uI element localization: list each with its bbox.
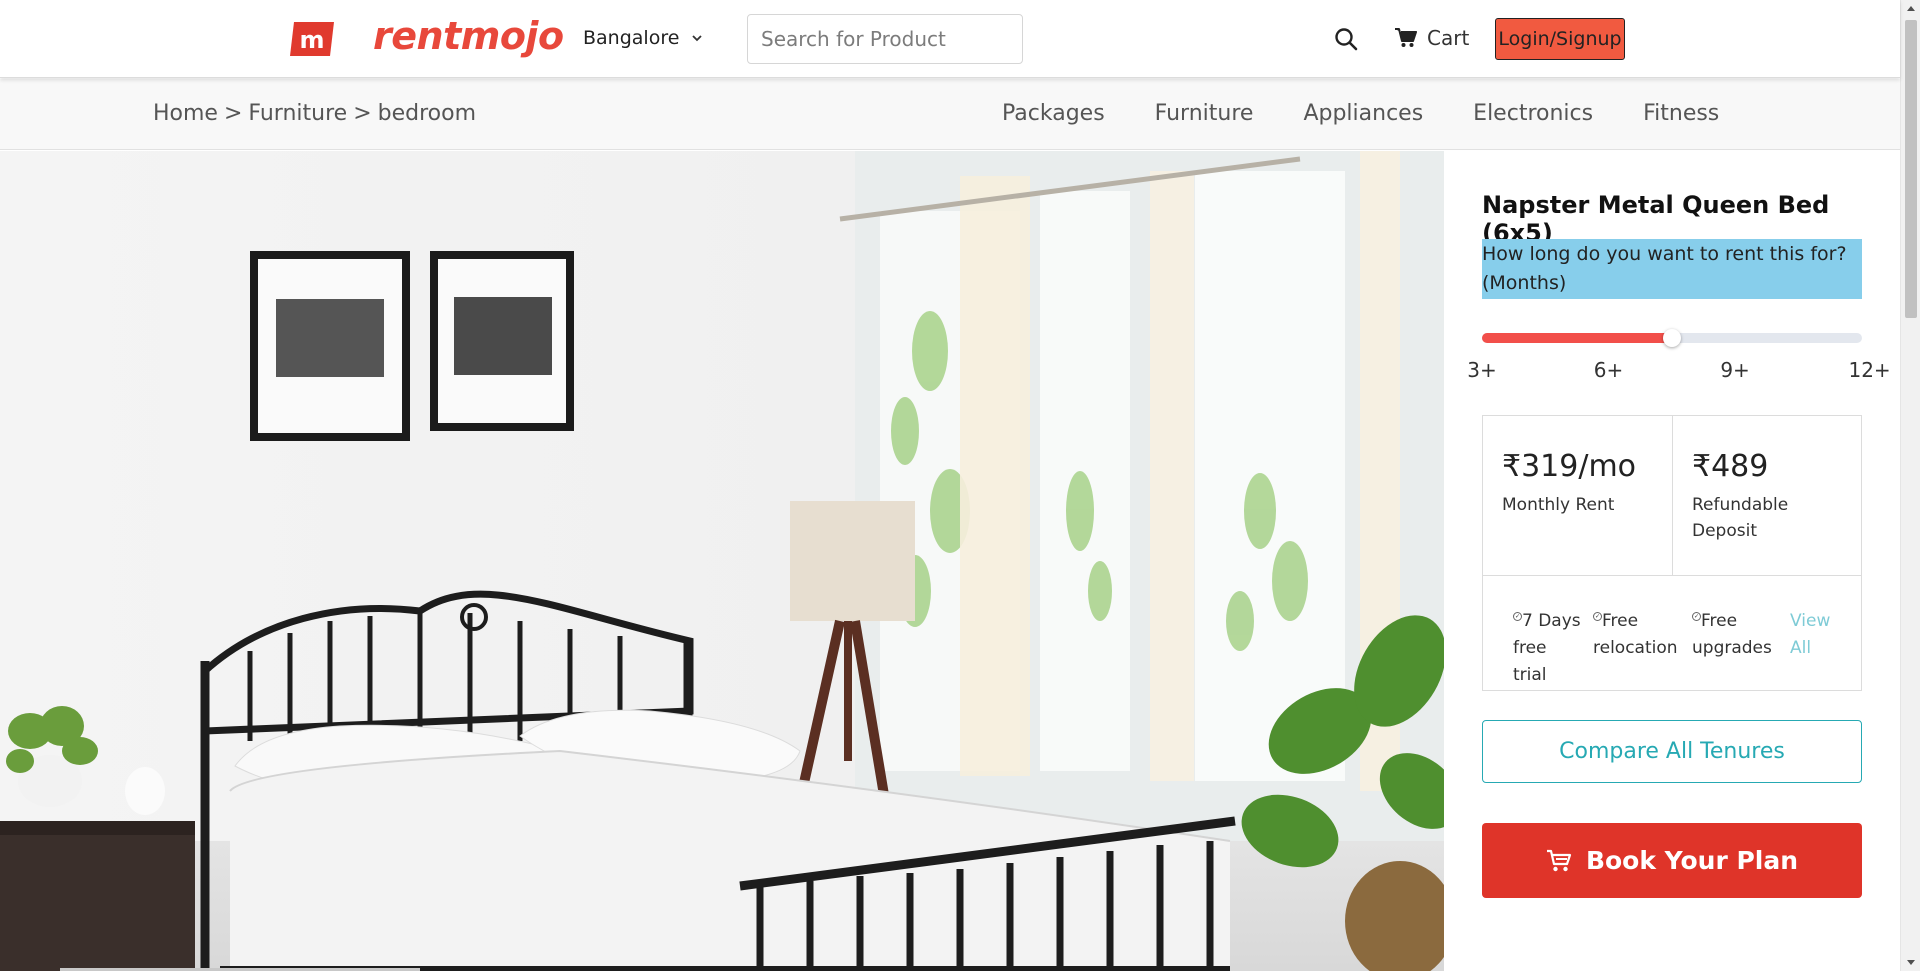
cart-button[interactable]: Cart xyxy=(1395,26,1469,50)
benefit-free-relocation: ✓ Free relocation xyxy=(1593,608,1683,662)
benefit-free-trial: ✓ 7 Days free trial xyxy=(1513,608,1583,689)
scroll-up-icon[interactable] xyxy=(1901,0,1920,18)
scrollbar-thumb[interactable] xyxy=(1905,20,1917,318)
breadcrumb: Home > Furniture > bedroom xyxy=(153,101,476,126)
tenure-question: How long do you want to rent this for? (… xyxy=(1482,239,1862,299)
chevron-down-icon xyxy=(692,35,703,42)
check-circle-icon: ✓ xyxy=(1692,612,1701,621)
top-header: m rentmojo Bangalore Cart Login/Signup xyxy=(0,0,1900,78)
compare-tenures-button[interactable]: Compare All Tenures xyxy=(1482,720,1862,783)
sub-navigation-bar: Home > Furniture > bedroom Packages Furn… xyxy=(0,79,1900,150)
tenure-tick[interactable]: 9+ xyxy=(1720,358,1749,382)
search-input[interactable] xyxy=(747,14,1023,64)
login-signup-button[interactable]: Login/Signup xyxy=(1495,18,1625,60)
city-name: Bangalore xyxy=(583,27,680,49)
book-plan-button[interactable]: Book Your Plan xyxy=(1482,823,1862,898)
deposit-label: Refundable Deposit xyxy=(1692,495,1789,541)
tenure-tick[interactable]: 6+ xyxy=(1594,358,1623,382)
tenure-tick[interactable]: 3+ xyxy=(1467,358,1496,382)
monthly-rent-value: ₹319/mo xyxy=(1502,449,1637,484)
nav-appliances[interactable]: Appliances xyxy=(1303,101,1423,126)
benefit-label: 7 Days free trial xyxy=(1513,611,1581,685)
breadcrumb-separator: > xyxy=(223,101,243,126)
rentmojo-logo-icon[interactable]: m xyxy=(288,20,336,58)
check-circle-icon: ✓ xyxy=(1593,612,1602,621)
tenure-slider[interactable] xyxy=(1482,329,1862,347)
benefit-label: Free relocation xyxy=(1593,611,1678,658)
tenure-slider-fill xyxy=(1482,333,1672,343)
book-plan-label: Book Your Plan xyxy=(1585,846,1799,875)
svg-text:m: m xyxy=(299,26,324,54)
scroll-down-icon[interactable] xyxy=(1901,953,1920,971)
category-nav: Packages Furniture Appliances Electronic… xyxy=(1002,101,1719,126)
city-selector[interactable]: Bangalore xyxy=(583,27,703,49)
check-circle-icon: ✓ xyxy=(1513,612,1522,621)
benefits-row: ✓ 7 Days free trial ✓ Free relocation ✓ Fre… xyxy=(1483,575,1861,690)
pricing-box: ₹319/mo Monthly Rent ₹489 Refundable Dep… xyxy=(1482,415,1862,691)
cart-label: Cart xyxy=(1427,26,1470,50)
benefit-free-upgrades: ✓ Free upgrades xyxy=(1692,608,1782,662)
tenure-tick[interactable]: 12+ xyxy=(1848,358,1890,382)
view-all-link[interactable]: View All xyxy=(1790,608,1840,662)
breadcrumb-home[interactable]: Home xyxy=(153,101,218,126)
tenure-ticks: 3+ 6+ 9+ 12+ xyxy=(1467,358,1890,386)
deposit-cell: ₹489 Refundable Deposit xyxy=(1672,416,1862,575)
bedroom-scene-illustration xyxy=(0,151,1444,971)
breadcrumb-furniture[interactable]: Furniture xyxy=(248,101,347,126)
breadcrumb-separator: > xyxy=(353,101,372,126)
benefit-label: Free upgrades xyxy=(1692,611,1772,658)
monthly-rent-label: Monthly Rent xyxy=(1502,495,1615,515)
nav-fitness[interactable]: Fitness xyxy=(1643,101,1719,126)
product-details-panel: Napster Metal Queen Bed (6x5) How long d… xyxy=(1444,151,1900,971)
product-image[interactable] xyxy=(0,151,1444,971)
cart-icon xyxy=(1395,28,1417,47)
deposit-value: ₹489 xyxy=(1692,449,1769,484)
breadcrumb-current: bedroom xyxy=(377,101,477,126)
nav-furniture[interactable]: Furniture xyxy=(1155,101,1254,126)
monthly-rent-cell: ₹319/mo Monthly Rent xyxy=(1483,416,1673,575)
cart-outline-icon xyxy=(1546,849,1572,871)
brand-logo-text[interactable]: rentmojo xyxy=(373,14,564,58)
vertical-scrollbar[interactable] xyxy=(1900,0,1920,971)
search-icon[interactable] xyxy=(1333,26,1359,52)
tenure-slider-handle[interactable] xyxy=(1663,329,1681,347)
nav-packages[interactable]: Packages xyxy=(1002,101,1105,126)
nav-electronics[interactable]: Electronics xyxy=(1473,101,1593,126)
